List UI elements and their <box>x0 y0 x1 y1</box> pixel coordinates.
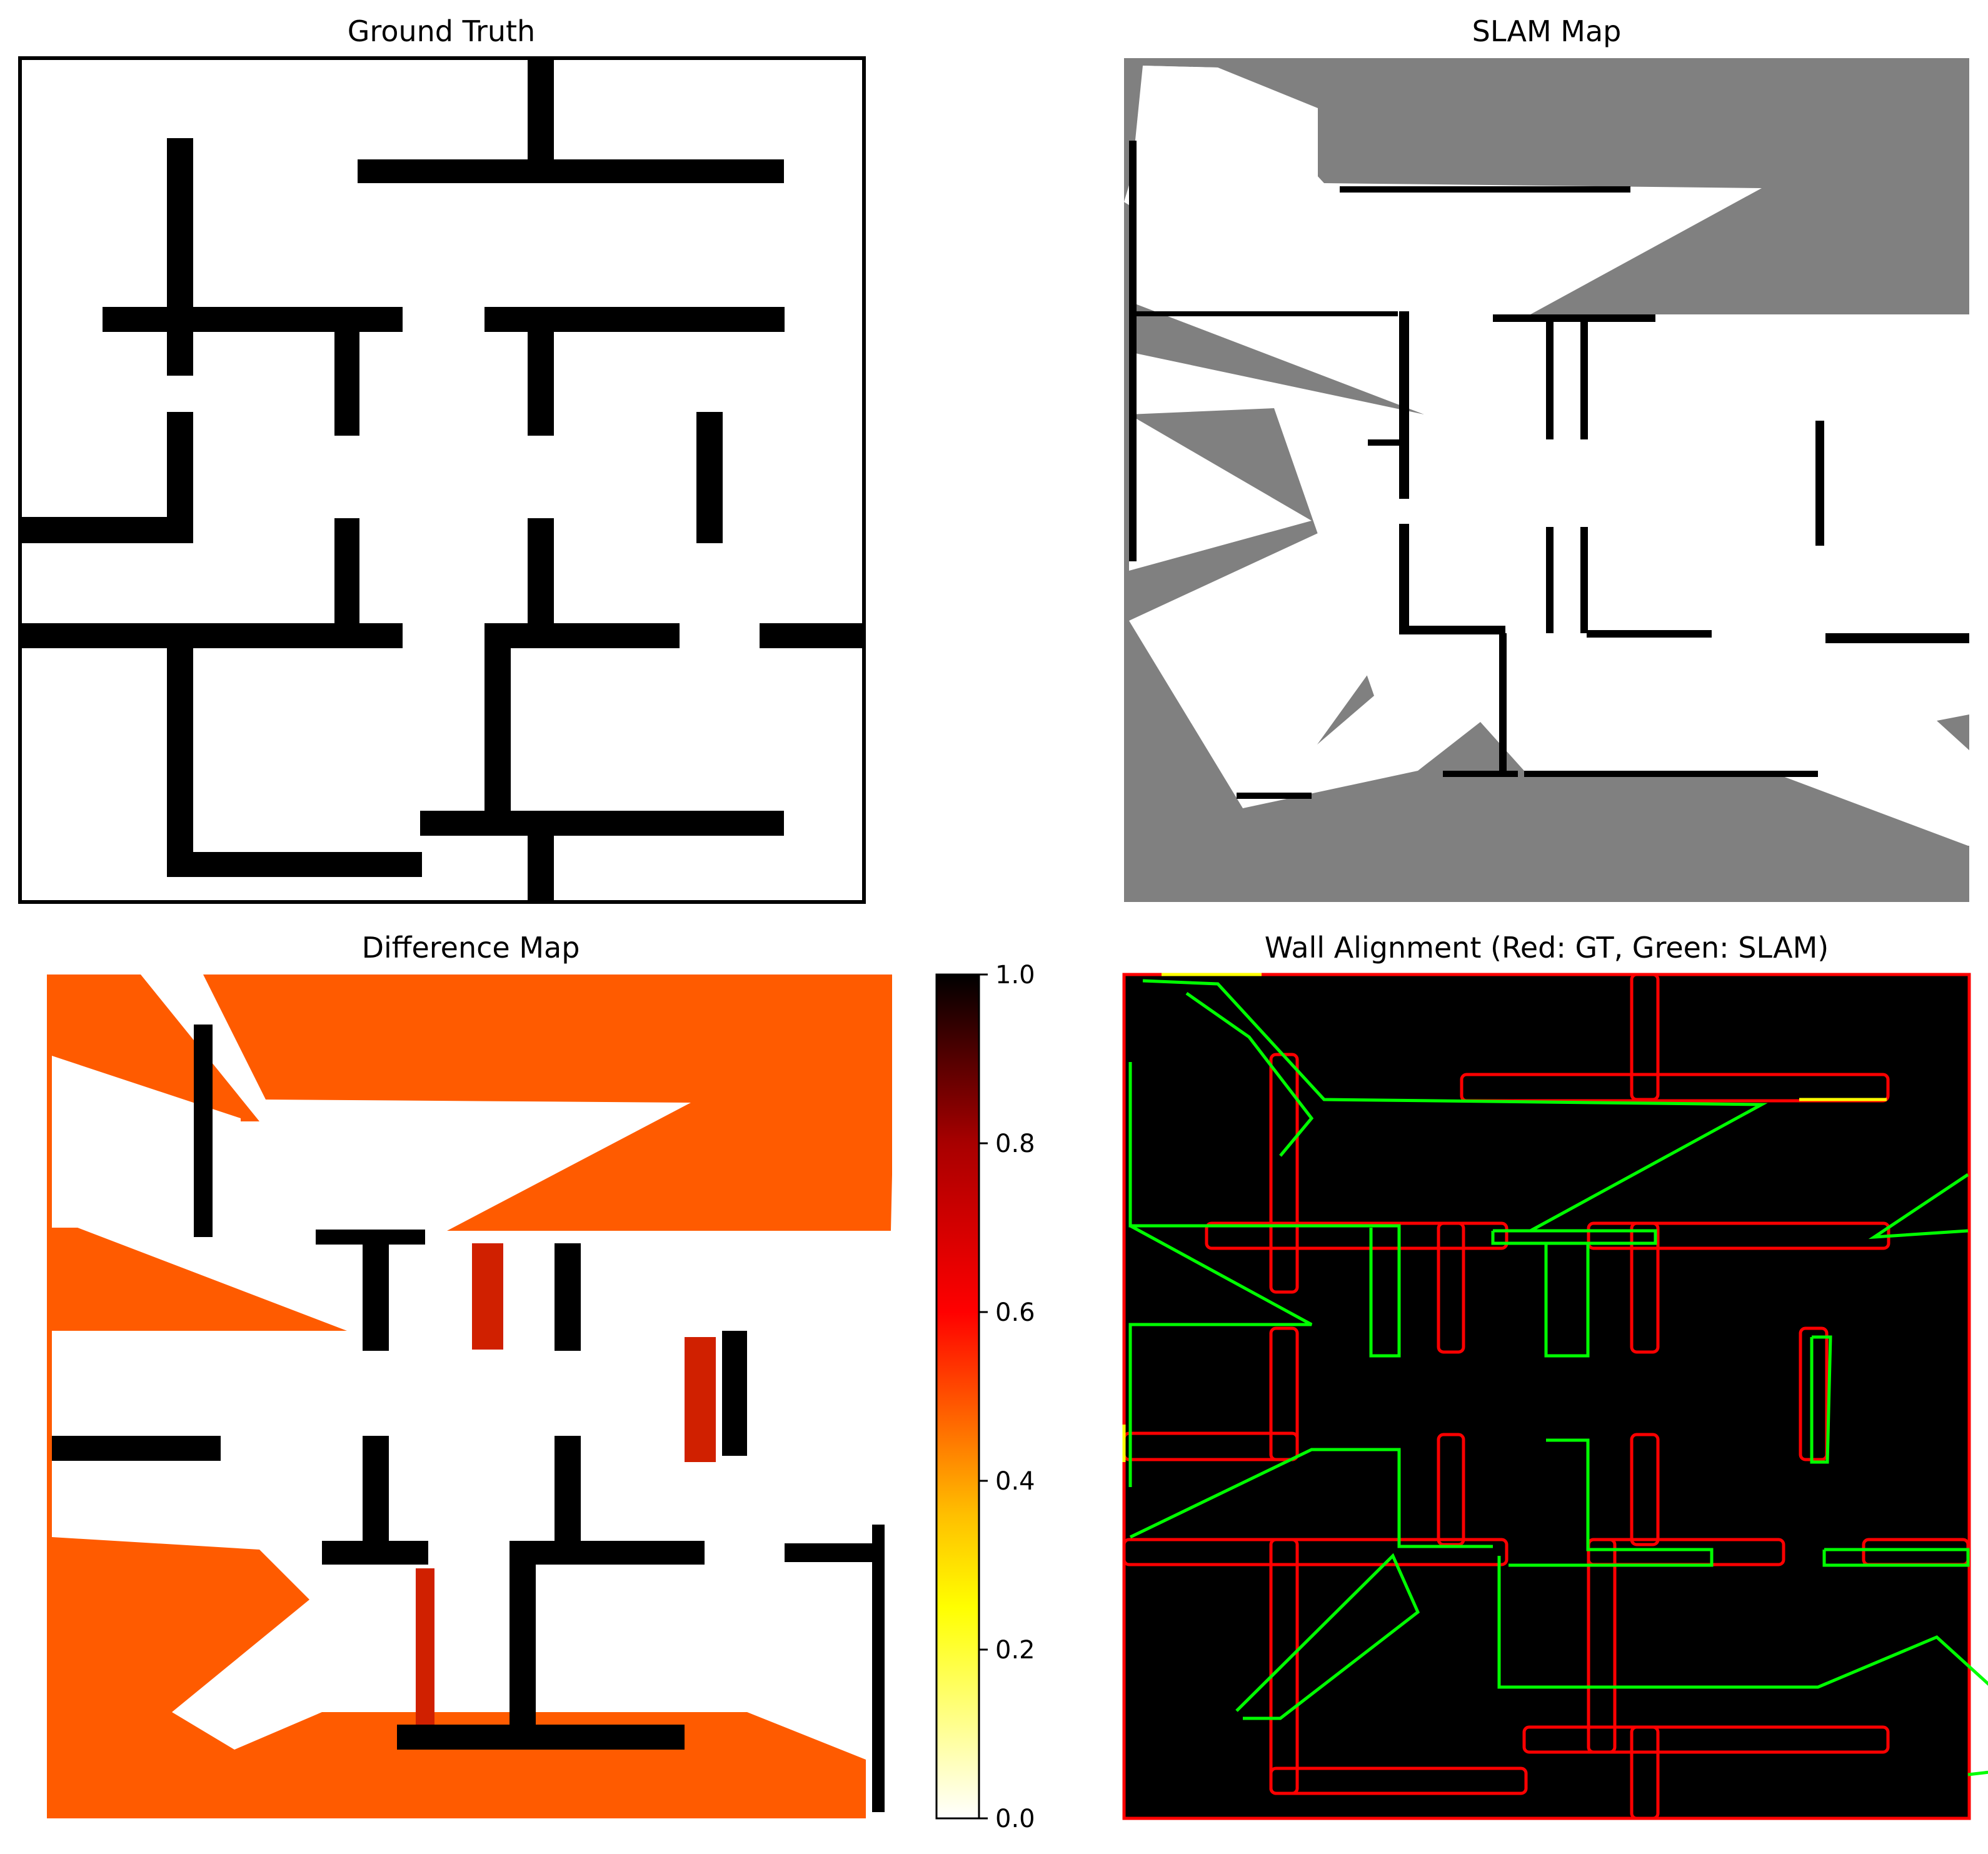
gt-wall <box>760 623 864 648</box>
slam-wall <box>1399 311 1409 499</box>
slam-wall <box>1815 421 1824 546</box>
gt-wall <box>696 412 723 543</box>
diff-wall-mismatch <box>194 1025 213 1237</box>
gt-wall <box>528 58 554 164</box>
diff-wall-mismatch <box>52 1436 221 1461</box>
panel-ground-truth: Ground Truth <box>18 14 866 904</box>
slam-wall <box>1129 311 1137 561</box>
slam-wall <box>1493 314 1655 322</box>
slam-plot-area <box>1124 58 1988 902</box>
diff-wall-mismatch <box>555 1436 581 1542</box>
diff-wall-mismatch <box>363 1436 389 1542</box>
diff-plot-area <box>47 975 892 1818</box>
slam-wall <box>1237 793 1312 799</box>
panel-difference-map: Difference Map 0.0 0.2 0.4 0.6 0.8 1.0 <box>47 931 1035 1833</box>
diff-wall-mismatch <box>316 1230 425 1245</box>
gt-wall <box>528 518 554 628</box>
panel-title-difference-map: Difference Map <box>362 931 580 965</box>
gt-wall <box>358 159 784 183</box>
diff-wall-mismatch <box>722 1331 747 1456</box>
slam-wall <box>1546 314 1554 439</box>
slam-wall <box>1340 186 1630 193</box>
diff-wall-mismatch <box>510 1541 705 1565</box>
align-plot-area <box>1122 973 1988 1820</box>
slam-wall <box>1587 630 1712 638</box>
gt-wall <box>334 518 359 628</box>
colorbar-tick-label: 0.8 <box>995 1130 1035 1158</box>
gt-wall <box>20 623 403 648</box>
slam-wall <box>1129 311 1398 316</box>
gt-wall <box>20 517 193 543</box>
panel-title-wall-alignment: Wall Alignment (Red: GT, Green: SLAM) <box>1265 931 1829 965</box>
gt-wall <box>334 307 359 436</box>
gt-wall <box>167 852 422 877</box>
colorbar-tick-label: 0.2 <box>995 1636 1035 1665</box>
slam-wall <box>1825 633 1969 643</box>
diff-wall-mismatch <box>555 1243 581 1351</box>
diff-wall-mismatch <box>510 1565 536 1736</box>
gt-wall <box>420 811 784 836</box>
slam-wall <box>1580 527 1588 633</box>
diff-wall-partial <box>416 1568 434 1725</box>
slam-wall <box>1399 626 1505 634</box>
gt-wall <box>167 138 193 376</box>
slam-wall <box>1580 314 1588 439</box>
figure: Ground Truth SLAM Map Difference Map 0.0… <box>18 14 1988 1833</box>
diff-wall-mismatch <box>785 1543 872 1562</box>
diff-wall-partial <box>685 1337 716 1462</box>
slam-wall <box>1499 633 1507 771</box>
panel-title-ground-truth: Ground Truth <box>348 14 535 48</box>
slam-wall <box>1524 771 1818 777</box>
gt-free-space <box>20 58 864 902</box>
colorbar-ticks <box>979 973 988 1820</box>
panel-wall-alignment: Wall Alignment (Red: GT, Green: SLAM) <box>1122 931 1988 1820</box>
gt-wall <box>528 307 554 436</box>
panel-title-slam-map: SLAM Map <box>1472 14 1622 48</box>
colorbar-gradient <box>935 973 980 1820</box>
gt-wall <box>528 811 554 902</box>
diff-wall-partial <box>472 1243 503 1350</box>
gt-wall <box>167 623 193 877</box>
gt-plot-area <box>18 56 866 904</box>
colorbar: 0.0 0.2 0.4 0.6 0.8 1.0 <box>935 961 1035 1833</box>
colorbar-tick-label: 0.6 <box>995 1298 1035 1327</box>
slam-wall <box>1443 771 1518 777</box>
diff-wall-mismatch <box>397 1725 685 1750</box>
gt-wall <box>484 623 680 648</box>
colorbar-tick-label: 1.0 <box>995 961 1035 990</box>
diff-wall-mismatch <box>872 1525 885 1812</box>
colorbar-tick-label: 0.0 <box>995 1805 1035 1833</box>
gt-wall <box>484 623 511 836</box>
panel-slam-map: SLAM Map <box>1124 14 1988 902</box>
slam-wall <box>1368 439 1405 446</box>
diff-wall-mismatch <box>322 1541 428 1565</box>
slam-wall <box>1399 524 1409 630</box>
diff-wall-mismatch <box>363 1243 389 1351</box>
slam-wall <box>1546 527 1554 633</box>
colorbar-tick-label: 0.4 <box>995 1467 1035 1496</box>
